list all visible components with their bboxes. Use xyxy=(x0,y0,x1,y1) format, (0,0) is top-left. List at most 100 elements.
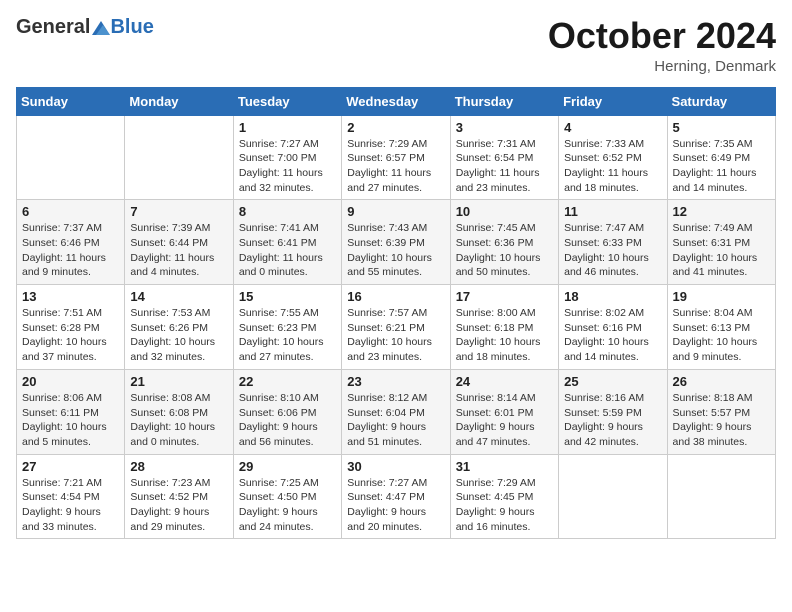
calendar-cell-2-3: 16 Sunrise: 7:57 AM Sunset: 6:21 PM Dayli… xyxy=(342,285,450,370)
logo: General Blue xyxy=(16,16,154,39)
day-number-14: 14 xyxy=(130,289,227,304)
day-info-16: Sunrise: 7:57 AM Sunset: 6:21 PM Dayligh… xyxy=(347,306,444,365)
header-monday: Monday xyxy=(125,87,233,115)
day-info-6: Sunrise: 7:37 AM Sunset: 6:46 PM Dayligh… xyxy=(22,221,119,280)
day-number-8: 8 xyxy=(239,204,336,219)
calendar-cell-4-2: 29Sunrise: 7:25 AM Sunset: 4:50 PM Dayli… xyxy=(233,454,341,539)
month-title: October 2024 xyxy=(548,16,776,56)
day-number-26: 26 xyxy=(673,374,770,389)
calendar-cell-0-5: 4Sunrise: 7:33 AM Sunset: 6:52 PM Daylig… xyxy=(559,115,667,200)
day-info-9: Sunrise: 7:43 AM Sunset: 6:39 PM Dayligh… xyxy=(347,221,444,280)
calendar-cell-4-5 xyxy=(559,454,667,539)
day-number-16: 16 xyxy=(347,289,444,304)
calendar-cell-4-0: 27 Sunrise: 7:21 AM Sunset: 4:54 PM Dayli… xyxy=(17,454,125,539)
day-info-12: Sunrise: 7:49 AM Sunset: 6:31 PM Dayligh… xyxy=(673,221,770,280)
day-info-31: Sunrise: 7:29 AM Sunset: 4:45 PM Dayligh… xyxy=(456,476,553,535)
day-number-7: 7 xyxy=(130,204,227,219)
header-thursday: Thursday xyxy=(450,87,558,115)
calendar-cell-2-1: 14 Sunrise: 7:53 AM Sunset: 6:26 PM Dayli… xyxy=(125,285,233,370)
day-number-20: 20 xyxy=(22,374,119,389)
day-number-3: 3 xyxy=(456,120,553,135)
calendar-cell-3-0: 20 Sunrise: 8:06 AM Sunset: 6:11 PM Dayli… xyxy=(17,369,125,454)
calendar-cell-3-4: 24Sunrise: 8:14 AM Sunset: 6:01 PM Dayli… xyxy=(450,369,558,454)
day-info-21: Sunrise: 8:08 AM Sunset: 6:08 PM Dayligh… xyxy=(130,391,227,450)
day-number-22: 22 xyxy=(239,374,336,389)
day-info-2: Sunrise: 7:29 AM Sunset: 6:57 PM Dayligh… xyxy=(347,137,444,196)
day-number-11: 11 xyxy=(564,204,661,219)
day-info-22: Sunrise: 8:10 AM Sunset: 6:06 PM Dayligh… xyxy=(239,391,336,450)
day-number-30: 30 xyxy=(347,459,444,474)
location-text: Herning, Denmark xyxy=(548,58,776,75)
calendar-cell-2-2: 15Sunrise: 7:55 AM Sunset: 6:23 PM Dayli… xyxy=(233,285,341,370)
calendar-cell-0-2: 1 Sunrise: 7:27 AM Sunset: 7:00 PM Daylig… xyxy=(233,115,341,200)
day-number-18: 18 xyxy=(564,289,661,304)
day-info-28: Sunrise: 7:23 AM Sunset: 4:52 PM Dayligh… xyxy=(130,476,227,535)
header-friday: Friday xyxy=(559,87,667,115)
day-number-31: 31 xyxy=(456,459,553,474)
day-info-7: Sunrise: 7:39 AM Sunset: 6:44 PM Dayligh… xyxy=(130,221,227,280)
day-info-5: Sunrise: 7:35 AM Sunset: 6:49 PM Dayligh… xyxy=(673,137,770,196)
day-number-23: 23 xyxy=(347,374,444,389)
header-wednesday: Wednesday xyxy=(342,87,450,115)
logo-icon xyxy=(92,21,110,35)
day-number-17: 17 xyxy=(456,289,553,304)
day-info-14: Sunrise: 7:53 AM Sunset: 6:26 PM Dayligh… xyxy=(130,306,227,365)
day-number-13: 13 xyxy=(22,289,119,304)
week-row-2: 13 Sunrise: 7:51 AM Sunset: 6:28 PM Dayli… xyxy=(17,285,776,370)
page-header: General Blue October 2024 Herning, Denma… xyxy=(16,16,776,75)
calendar-cell-0-6: 5Sunrise: 7:35 AM Sunset: 6:49 PM Daylig… xyxy=(667,115,775,200)
logo-blue-text: Blue xyxy=(110,16,153,39)
calendar-cell-1-0: 6 Sunrise: 7:37 AM Sunset: 6:46 PM Daylig… xyxy=(17,200,125,285)
calendar-cell-1-4: 10 Sunrise: 7:45 AM Sunset: 6:36 PM Dayli… xyxy=(450,200,558,285)
day-info-17: Sunrise: 8:00 AM Sunset: 6:18 PM Dayligh… xyxy=(456,306,553,365)
day-info-27: Sunrise: 7:21 AM Sunset: 4:54 PM Dayligh… xyxy=(22,476,119,535)
day-number-25: 25 xyxy=(564,374,661,389)
day-number-10: 10 xyxy=(456,204,553,219)
day-number-19: 19 xyxy=(673,289,770,304)
day-info-10: Sunrise: 7:45 AM Sunset: 6:36 PM Dayligh… xyxy=(456,221,553,280)
day-number-1: 1 xyxy=(239,120,336,135)
day-number-24: 24 xyxy=(456,374,553,389)
day-info-8: Sunrise: 7:41 AM Sunset: 6:41 PM Dayligh… xyxy=(239,221,336,280)
calendar-cell-4-6 xyxy=(667,454,775,539)
calendar-cell-3-1: 21Sunrise: 8:08 AM Sunset: 6:08 PM Dayli… xyxy=(125,369,233,454)
calendar-cell-3-2: 22 Sunrise: 8:10 AM Sunset: 6:06 PM Dayli… xyxy=(233,369,341,454)
calendar-header-row: Sunday Monday Tuesday Wednesday Thursday… xyxy=(17,87,776,115)
calendar-table: Sunday Monday Tuesday Wednesday Thursday… xyxy=(16,87,776,540)
day-info-20: Sunrise: 8:06 AM Sunset: 6:11 PM Dayligh… xyxy=(22,391,119,450)
day-number-2: 2 xyxy=(347,120,444,135)
calendar-cell-0-4: 3 Sunrise: 7:31 AM Sunset: 6:54 PM Daylig… xyxy=(450,115,558,200)
day-number-9: 9 xyxy=(347,204,444,219)
logo-general-text: General xyxy=(16,16,90,39)
calendar-cell-1-1: 7 Sunrise: 7:39 AM Sunset: 6:44 PM Daylig… xyxy=(125,200,233,285)
header-sunday: Sunday xyxy=(17,87,125,115)
calendar-cell-1-6: 12Sunrise: 7:49 AM Sunset: 6:31 PM Dayli… xyxy=(667,200,775,285)
day-number-15: 15 xyxy=(239,289,336,304)
day-number-6: 6 xyxy=(22,204,119,219)
day-info-3: Sunrise: 7:31 AM Sunset: 6:54 PM Dayligh… xyxy=(456,137,553,196)
day-number-29: 29 xyxy=(239,459,336,474)
day-number-28: 28 xyxy=(130,459,227,474)
week-row-3: 20 Sunrise: 8:06 AM Sunset: 6:11 PM Dayli… xyxy=(17,369,776,454)
calendar-cell-3-5: 25Sunrise: 8:16 AM Sunset: 5:59 PM Dayli… xyxy=(559,369,667,454)
calendar-cell-1-3: 9 Sunrise: 7:43 AM Sunset: 6:39 PM Daylig… xyxy=(342,200,450,285)
calendar-cell-0-1 xyxy=(125,115,233,200)
day-number-4: 4 xyxy=(564,120,661,135)
calendar-cell-3-6: 26Sunrise: 8:18 AM Sunset: 5:57 PM Dayli… xyxy=(667,369,775,454)
day-info-13: Sunrise: 7:51 AM Sunset: 6:28 PM Dayligh… xyxy=(22,306,119,365)
day-info-18: Sunrise: 8:02 AM Sunset: 6:16 PM Dayligh… xyxy=(564,306,661,365)
header-tuesday: Tuesday xyxy=(233,87,341,115)
calendar-cell-4-3: 30 Sunrise: 7:27 AM Sunset: 4:47 PM Dayli… xyxy=(342,454,450,539)
day-info-19: Sunrise: 8:04 AM Sunset: 6:13 PM Dayligh… xyxy=(673,306,770,365)
day-info-1: Sunrise: 7:27 AM Sunset: 7:00 PM Dayligh… xyxy=(239,137,336,196)
week-row-4: 27 Sunrise: 7:21 AM Sunset: 4:54 PM Dayli… xyxy=(17,454,776,539)
calendar-cell-2-0: 13 Sunrise: 7:51 AM Sunset: 6:28 PM Dayli… xyxy=(17,285,125,370)
header-saturday: Saturday xyxy=(667,87,775,115)
calendar-cell-4-1: 28 Sunrise: 7:23 AM Sunset: 4:52 PM Dayli… xyxy=(125,454,233,539)
calendar-cell-4-4: 31 Sunrise: 7:29 AM Sunset: 4:45 PM Dayli… xyxy=(450,454,558,539)
title-block: October 2024 Herning, Denmark xyxy=(548,16,776,75)
calendar-cell-0-3: 2 Sunrise: 7:29 AM Sunset: 6:57 PM Daylig… xyxy=(342,115,450,200)
day-info-30: Sunrise: 7:27 AM Sunset: 4:47 PM Dayligh… xyxy=(347,476,444,535)
day-number-27: 27 xyxy=(22,459,119,474)
calendar-cell-2-5: 18 Sunrise: 8:02 AM Sunset: 6:16 PM Dayli… xyxy=(559,285,667,370)
